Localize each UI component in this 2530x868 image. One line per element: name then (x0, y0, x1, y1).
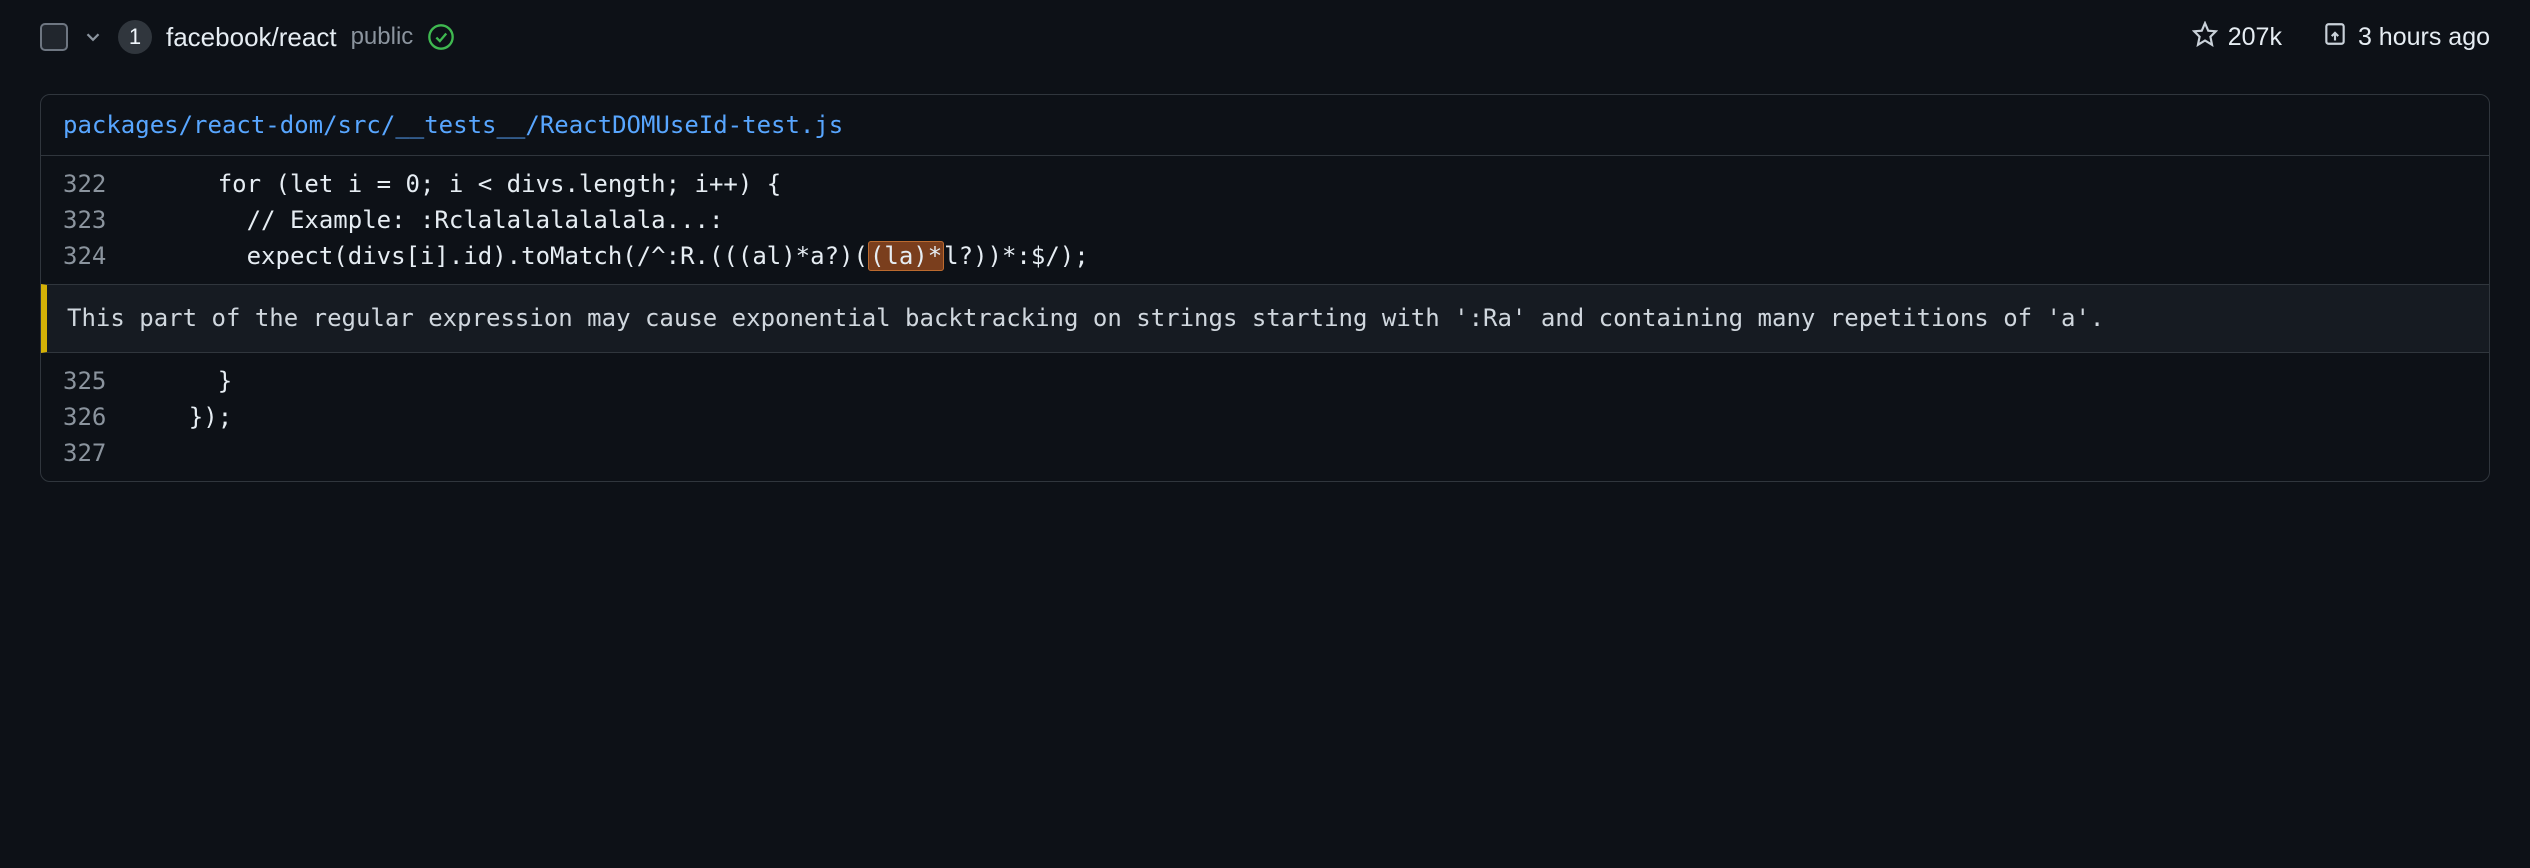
code-line: 325 } (41, 363, 2489, 399)
line-number: 324 (41, 238, 131, 274)
code-text: }); (131, 399, 232, 435)
check-circle-icon (427, 23, 455, 51)
result-header: 1 facebook/react public 207k 3 hours ago (40, 20, 2490, 54)
select-checkbox[interactable] (40, 23, 68, 51)
code-line: 322 for (let i = 0; i < divs.length; i++… (41, 166, 2489, 202)
visibility-label: public (351, 23, 414, 51)
star-icon (2192, 21, 2218, 54)
code-result-panel: packages/react-dom/src/__tests__/ReactDO… (40, 94, 2490, 482)
pushed-time: 3 hours ago (2322, 21, 2490, 54)
code-block-bottom: 325 } 326 }); 327 (41, 353, 2489, 481)
code-line: 326 }); (41, 399, 2489, 435)
code-text: for (let i = 0; i < divs.length; i++) { (131, 166, 781, 202)
line-number: 326 (41, 399, 131, 435)
code-block-top: 322 for (let i = 0; i < divs.length; i++… (41, 156, 2489, 284)
code-line: 327 (41, 435, 2489, 471)
alert-annotation: This part of the regular expression may … (41, 284, 2489, 353)
chevron-down-icon[interactable] (82, 26, 104, 48)
code-text: // Example: :Rclalalalalalala...: (131, 202, 723, 238)
result-count-badge: 1 (118, 20, 152, 54)
code-text: } (131, 363, 232, 399)
star-count: 207k (2192, 21, 2282, 54)
code-line: 323 // Example: :Rclalalalalalala...: (41, 202, 2489, 238)
code-line: 324 expect(divs[i].id).toMatch(/^:R.(((a… (41, 238, 2489, 274)
line-number: 327 (41, 435, 131, 471)
line-number: 323 (41, 202, 131, 238)
line-number: 322 (41, 166, 131, 202)
pushed-time-value: 3 hours ago (2358, 23, 2490, 52)
star-count-value: 207k (2228, 23, 2282, 52)
line-number: 325 (41, 363, 131, 399)
file-path-link[interactable]: packages/react-dom/src/__tests__/ReactDO… (41, 95, 2489, 156)
repo-link[interactable]: facebook/react (166, 22, 337, 53)
code-text: expect(divs[i].id).toMatch(/^:R.(((al)*a… (131, 238, 1089, 274)
regex-highlight: (la)* (868, 241, 944, 271)
repo-push-icon (2322, 21, 2348, 54)
